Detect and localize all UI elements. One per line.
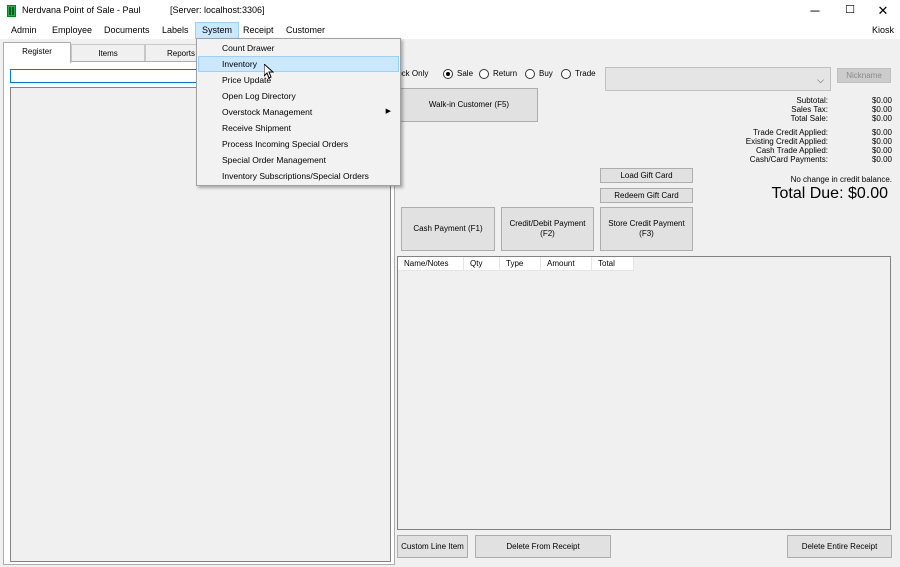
tab-items[interactable]: Items xyxy=(71,44,145,62)
walkin-customer-button[interactable]: Walk-in Customer (F5) xyxy=(400,88,538,122)
menu-price-update[interactable]: Price Update xyxy=(198,72,399,88)
close-icon[interactable]: ✕ xyxy=(866,0,900,22)
submenu-arrow-icon: ▶ xyxy=(385,108,391,115)
register-right-pane: tock Only Sale Return Buy Trade ⌵ Nickna… xyxy=(395,61,898,565)
menu-overstock-management[interactable]: Overstock Management ▶ xyxy=(198,104,399,120)
menu-inventory[interactable]: Inventory xyxy=(198,56,399,72)
col-total[interactable]: Total xyxy=(592,257,634,270)
menu-labels[interactable]: Labels xyxy=(156,22,195,39)
col-qty[interactable]: Qty xyxy=(464,257,500,270)
menu-admin[interactable]: Admin xyxy=(5,22,43,39)
delete-entire-receipt-button[interactable]: Delete Entire Receipt xyxy=(787,535,892,558)
app-logo-icon xyxy=(7,5,16,17)
menu-documents[interactable]: Documents xyxy=(98,22,156,39)
menu-receipt[interactable]: Receipt xyxy=(237,22,280,39)
total-row: Cash Trade Applied: $0.00 xyxy=(755,146,892,155)
menu-count-drawer[interactable]: Count Drawer xyxy=(198,40,399,56)
col-name-notes[interactable]: Name/Notes xyxy=(398,257,464,270)
totals-panel: Subtotal: $0.00 Sales Tax: $0.00 Total Sal… xyxy=(732,96,892,164)
window-title: Nerdvana Point of Sale - Paul xyxy=(22,5,141,15)
menu-system[interactable]: System xyxy=(195,22,240,39)
total-row: Trade Credit Applied: $0.00 xyxy=(753,128,892,137)
radio-buy[interactable] xyxy=(525,69,535,79)
kiosk-link[interactable]: Kiosk xyxy=(872,22,894,39)
redeem-gift-card-button[interactable]: Redeem Gift Card xyxy=(600,188,693,203)
radio-trade[interactable] xyxy=(561,69,571,79)
receipt-header: Name/Notes Qty Type Amount Total xyxy=(398,257,634,271)
credit-balance-note: No change in credit balance. xyxy=(790,175,892,184)
title-bar: Nerdvana Point of Sale - Paul [Server: l… xyxy=(0,0,900,22)
total-due: Total Due: $0.00 xyxy=(771,185,888,202)
total-row: Existing Credit Applied: $0.00 xyxy=(745,137,892,146)
nickname-button[interactable]: Nickname xyxy=(837,68,891,83)
mouse-cursor-icon xyxy=(264,64,274,79)
cash-payment-button[interactable]: Cash Payment (F1) xyxy=(401,207,495,251)
menu-receive-shipment[interactable]: Receive Shipment xyxy=(198,120,399,136)
load-gift-card-button[interactable]: Load Gift Card xyxy=(600,168,693,183)
menu-special-order-management[interactable]: Special Order Management xyxy=(198,152,399,168)
maximize-icon[interactable]: ☐ xyxy=(833,0,867,22)
total-row: Total Sale: $0.00 xyxy=(790,114,892,123)
col-type[interactable]: Type xyxy=(500,257,541,270)
menu-customer[interactable]: Customer xyxy=(280,22,331,39)
radio-return[interactable] xyxy=(479,69,489,79)
store-credit-payment-button[interactable]: Store Credit Payment (F3) xyxy=(600,207,693,251)
system-menu-dropdown: Count Drawer Inventory Price Update Open… xyxy=(196,38,401,186)
card-payment-button[interactable]: Credit/Debit Payment (F2) xyxy=(501,207,594,251)
menu-open-log-directory[interactable]: Open Log Directory xyxy=(198,88,399,104)
col-amount[interactable]: Amount xyxy=(541,257,592,270)
tab-register[interactable]: Register xyxy=(3,42,71,63)
radio-sale[interactable] xyxy=(443,69,453,79)
radio-return-label: Return xyxy=(493,69,518,78)
custom-line-item-button[interactable]: Custom Line Item xyxy=(397,535,468,558)
menu-process-incoming-special-orders[interactable]: Process Incoming Special Orders xyxy=(198,136,399,152)
server-label: [Server: localhost:3306] xyxy=(170,5,265,15)
minimize-icon[interactable]: ─ xyxy=(798,0,832,22)
receipt-table[interactable]: Name/Notes Qty Type Amount Total xyxy=(397,256,891,530)
menu-inventory-subscriptions[interactable]: Inventory Subscriptions/Special Orders xyxy=(198,168,399,184)
delete-from-receipt-button[interactable]: Delete From Receipt xyxy=(475,535,611,558)
total-row: Sales Tax: $0.00 xyxy=(791,105,892,114)
menu-employee[interactable]: Employee xyxy=(46,22,98,39)
radio-sale-label: Sale xyxy=(457,69,474,78)
chevron-down-icon: ⌵ xyxy=(817,75,824,85)
total-row: Cash/Card Payments: $0.00 xyxy=(749,155,892,164)
customer-select[interactable]: ⌵ xyxy=(605,67,831,91)
total-row: Subtotal: $0.00 xyxy=(796,96,892,105)
menu-bar: Admin Employee Documents Labels System R… xyxy=(0,22,900,39)
radio-buy-label: Buy xyxy=(539,69,553,78)
radio-trade-label: Trade xyxy=(575,69,596,78)
